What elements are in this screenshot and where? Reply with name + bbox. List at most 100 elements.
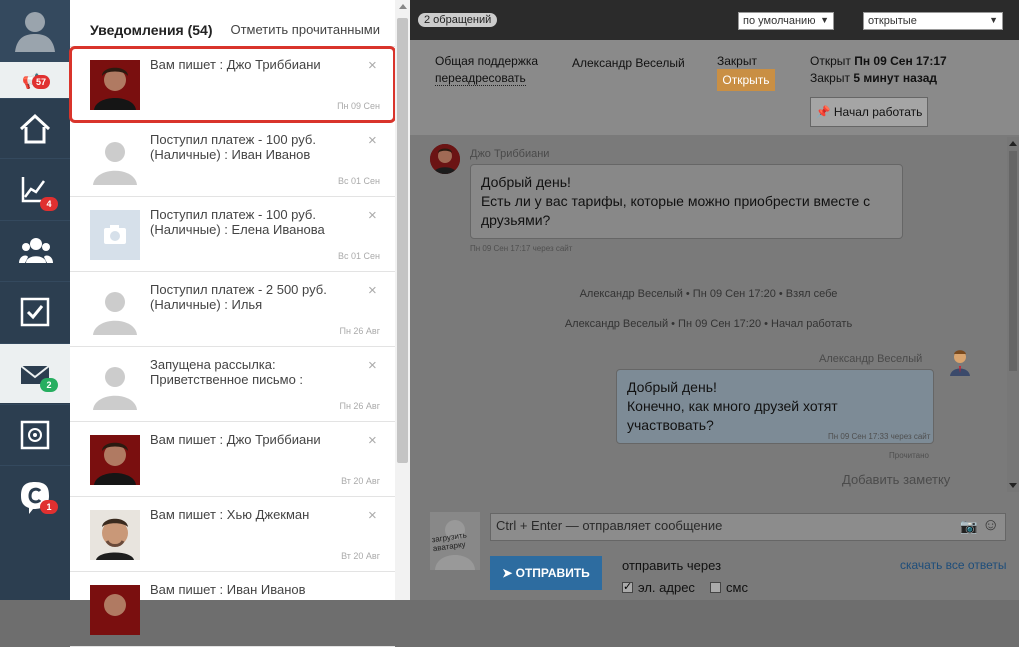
message-input[interactable]: Ctrl + Enter — отправляет сообщение bbox=[490, 513, 1006, 541]
chat-badge: 1 bbox=[40, 500, 58, 514]
ticket-info: Общая поддержка переадресовать Александр… bbox=[410, 40, 1019, 135]
send-label: ОТПРАВИТЬ bbox=[515, 566, 590, 580]
notifications-title: Уведомления (54) bbox=[90, 22, 213, 38]
add-note-link[interactable]: Добавить заметку bbox=[842, 472, 950, 487]
checkbox-empty-icon bbox=[710, 582, 721, 593]
notification-text: Вам пишет : Джо Триббиани bbox=[150, 57, 321, 72]
sidebar: 📢 57 4 2 1 bbox=[0, 0, 70, 600]
avatar bbox=[90, 435, 140, 485]
notification-item[interactable]: Поступил платеж - 2 500 руб. (Наличные) … bbox=[70, 272, 395, 347]
reports-badge: 4 bbox=[40, 197, 58, 211]
agent-avatar bbox=[947, 348, 973, 376]
system-event: Александр Веселый • Пн 09 Сен 17:20 • Вз… bbox=[579, 288, 838, 300]
notification-date: Вс 01 Сен bbox=[338, 251, 380, 261]
notification-item[interactable]: Запущена рассылка: Приветственное письмо… bbox=[70, 347, 395, 422]
send-button[interactable]: ➤ ОТПРАВИТЬ bbox=[490, 556, 602, 590]
chat-scrollbar[interactable] bbox=[1007, 137, 1019, 492]
ticket-agent: Александр Веселый bbox=[572, 56, 685, 70]
chevron-down-icon: ▼ bbox=[820, 15, 829, 25]
avatar bbox=[90, 360, 140, 410]
download-all-link[interactable]: скачать все ответы bbox=[900, 558, 1006, 572]
notification-item[interactable]: Вам пишет : Иван Иванов bbox=[70, 572, 395, 647]
message-meta: Пн 09 Сен 17:17 через сайт bbox=[470, 244, 573, 253]
sidebar-item-tickets[interactable]: 2 bbox=[0, 343, 70, 403]
camera-icon[interactable]: 📷 bbox=[960, 518, 977, 535]
ticket-view: Общая поддержка переадресовать Александр… bbox=[410, 40, 1019, 600]
notification-item[interactable]: Вам пишет : Хью Джекман × Вт 20 Авг bbox=[70, 497, 395, 572]
start-work-label: Начал работать bbox=[833, 105, 923, 119]
sidebar-item-home[interactable] bbox=[0, 98, 70, 158]
sort-select[interactable]: по умолчанию ▼ bbox=[738, 12, 834, 30]
mark-all-read-link[interactable]: Отметить прочитанными bbox=[230, 22, 380, 37]
reassign-link[interactable]: переадресовать bbox=[435, 71, 526, 86]
top-bar: 2 обращений по умолчанию ▼ открытые ▼ bbox=[410, 0, 1019, 40]
notification-date: Пн 26 Авг bbox=[339, 326, 380, 336]
notifications-badge: 57 bbox=[32, 75, 50, 89]
notifications-panel: Уведомления (54) Отметить прочитанными В… bbox=[69, 0, 410, 647]
message-author: Александр Веселый bbox=[819, 353, 923, 365]
notification-date: Пн 09 Сен bbox=[337, 101, 380, 111]
message-author: Джо Триббиани bbox=[470, 148, 550, 160]
close-icon[interactable]: × bbox=[368, 207, 377, 224]
close-icon[interactable]: × bbox=[368, 507, 377, 524]
avatar bbox=[90, 135, 140, 185]
chevron-down-icon: ▼ bbox=[989, 15, 998, 25]
notifications-toggle[interactable]: 📢 57 bbox=[0, 62, 70, 98]
ticket-group: Общая поддержка bbox=[435, 54, 539, 68]
checkbox-icon bbox=[20, 297, 50, 327]
notification-text: Вам пишет : Джо Триббиани bbox=[150, 432, 321, 447]
pin-icon: 📌 bbox=[815, 105, 831, 119]
sidebar-item-settings[interactable] bbox=[0, 404, 70, 464]
sms-checkbox[interactable]: смс bbox=[710, 580, 748, 595]
email-checkbox[interactable]: эл. адрес bbox=[622, 580, 695, 595]
send-via-label: отправить через bbox=[622, 558, 722, 573]
start-work-button[interactable]: 📌 Начал работать bbox=[810, 97, 928, 127]
notifications-scrollbar[interactable] bbox=[395, 0, 410, 600]
notification-item[interactable]: Поступил платеж - 100 руб. (Наличные) : … bbox=[70, 197, 395, 272]
sidebar-item-reports[interactable]: 4 bbox=[0, 158, 70, 218]
message-meta: Пн 09 Сен 17:33 через сайт bbox=[828, 432, 931, 441]
checkbox-checked-icon bbox=[622, 580, 633, 593]
email-label: эл. адрес bbox=[638, 580, 695, 595]
home-icon bbox=[19, 113, 51, 144]
close-icon[interactable]: × bbox=[368, 432, 377, 449]
notification-date: Вт 20 Авг bbox=[341, 476, 380, 486]
avatar bbox=[90, 210, 140, 260]
notification-date: Вс 01 Сен bbox=[338, 176, 380, 186]
sort-select-value: по умолчанию bbox=[743, 15, 816, 27]
notification-text: Поступил платеж - 2 500 руб. (Наличные) … bbox=[150, 282, 327, 312]
camera-icon bbox=[90, 210, 140, 260]
notification-text: Вам пишет : Иван Иванов bbox=[150, 582, 306, 597]
system-event: Александр Веселый • Пн 09 Сен 17:20 • На… bbox=[564, 318, 853, 330]
close-icon[interactable]: × bbox=[368, 57, 377, 74]
notification-text: Поступил платеж - 100 руб. (Наличные) : … bbox=[150, 207, 325, 237]
closed-value: 5 минут назад bbox=[853, 71, 938, 85]
sidebar-item-chat[interactable]: 1 bbox=[0, 465, 70, 525]
safe-icon bbox=[20, 420, 50, 450]
user-avatar[interactable] bbox=[0, 0, 70, 62]
notification-item[interactable]: Вам пишет : Джо Триббиани × Вт 20 Авг bbox=[70, 422, 395, 497]
closed-label: Закрыт bbox=[810, 71, 850, 85]
notification-date: Вт 20 Авг bbox=[341, 551, 380, 561]
upload-avatar[interactable]: загрузить аватарку bbox=[430, 512, 480, 570]
notification-item[interactable]: Поступил платеж - 100 руб. (Наличные) : … bbox=[70, 122, 395, 197]
filter-select-value: открытые bbox=[868, 15, 917, 27]
filter-select[interactable]: открытые ▼ bbox=[863, 12, 1003, 30]
message-read-status: Прочитано bbox=[889, 451, 929, 460]
sidebar-item-clients[interactable] bbox=[0, 220, 70, 280]
sidebar-item-tasks[interactable] bbox=[0, 281, 70, 341]
close-icon[interactable]: × bbox=[368, 132, 377, 149]
sms-label: смс bbox=[726, 580, 748, 595]
close-icon[interactable]: × bbox=[368, 357, 377, 374]
close-icon[interactable]: × bbox=[368, 282, 377, 299]
compose-area: загрузить аватарку Ctrl + Enter — отправ… bbox=[410, 492, 1019, 600]
send-icon: ➤ bbox=[502, 566, 513, 580]
smiley-icon[interactable]: ☺ bbox=[982, 515, 999, 535]
open-ticket-button[interactable]: Открыть bbox=[717, 69, 775, 91]
chat-history: Джо Триббиани Добрый день! Есть ли у вас… bbox=[410, 137, 1007, 492]
notifications-header: Уведомления (54) Отметить прочитанными bbox=[70, 0, 395, 47]
message-bubble: Добрый день! Есть ли у вас тарифы, котор… bbox=[470, 164, 903, 239]
notification-item[interactable]: Вам пишет : Джо Триббиани × Пн 09 Сен bbox=[69, 46, 396, 123]
opened-label: Открыт bbox=[810, 54, 851, 68]
users-icon bbox=[19, 238, 53, 263]
